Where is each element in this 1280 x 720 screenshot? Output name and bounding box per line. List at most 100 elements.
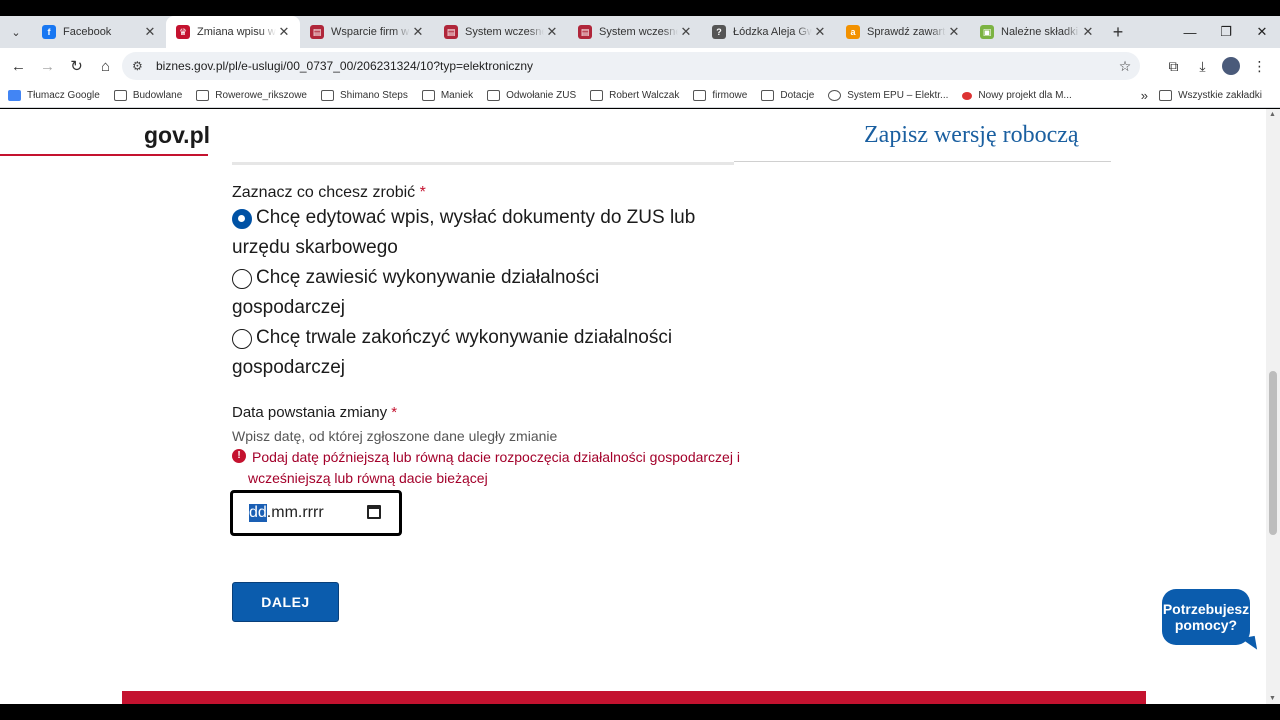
- tab-close-icon[interactable]: ✕: [410, 24, 426, 40]
- folder-icon: [487, 90, 501, 101]
- scrollbar-thumb[interactable]: [1269, 371, 1277, 535]
- next-button[interactable]: DALEJ: [232, 582, 339, 622]
- bookmark-item[interactable]: System EPU – Elektr...: [828, 90, 948, 101]
- calendar-icon[interactable]: [367, 505, 381, 519]
- required-mark: *: [391, 404, 398, 421]
- browser-tab[interactable]: ▤ Wsparcie firm w ciągu✕: [300, 16, 434, 48]
- section-divider: [232, 162, 734, 165]
- folder-icon: [321, 90, 334, 101]
- minimize-icon[interactable]: —: [1172, 16, 1208, 48]
- folder-icon: [693, 90, 707, 101]
- help-line1: Potrzebujesz: [1162, 601, 1250, 617]
- forward-icon[interactable]: →: [33, 52, 62, 80]
- bookmark-item[interactable]: Odwołanie ZUS: [487, 90, 576, 101]
- bookmark-label: Maniek: [440, 90, 474, 101]
- bookmark-label: Shimano Steps: [340, 90, 408, 101]
- scroll-up-icon[interactable]: ▲: [1269, 111, 1276, 118]
- option-terminate[interactable]: Chcę trwale zakończyć wykonywanie działa…: [232, 327, 736, 383]
- restore-icon[interactable]: ❐: [1208, 16, 1244, 48]
- tab-favicon-icon: ▤: [310, 25, 324, 39]
- extensions-icon[interactable]: ⧉: [1159, 52, 1188, 80]
- date-field[interactable]: dd .mm.rrrr: [230, 490, 402, 536]
- tab-favicon-icon: ?: [712, 25, 726, 39]
- browser-tab[interactable]: a Sprawdź zawartość✕: [836, 16, 970, 48]
- date-rest-segment[interactable]: .mm.rrrr: [267, 504, 324, 522]
- bookmark-label: firmowe: [712, 90, 748, 101]
- scroll-down-icon[interactable]: ▼: [1269, 695, 1276, 702]
- new-tab-icon[interactable]: +: [1104, 22, 1132, 43]
- globe-icon: [828, 90, 842, 101]
- bookmark-item[interactable]: Tłumacz Google: [8, 90, 100, 101]
- folder-icon: [1159, 90, 1173, 101]
- radio-button[interactable]: [232, 269, 252, 289]
- option-label[interactable]: Chcę edytować wpis, wysłać dokumenty do …: [232, 203, 736, 263]
- address-bar[interactable]: ⚙ biznes.gov.pl/pl/e-uslugi/00_0737_00/2…: [122, 52, 1140, 80]
- back-icon[interactable]: ←: [4, 52, 33, 80]
- browser-tab[interactable]: ? Łódzka Aleja Gwiazd✕: [702, 16, 836, 48]
- option-label[interactable]: Chcę zawiesić wykonywanie działalności g…: [232, 263, 736, 323]
- bookmark-item[interactable]: Rowerowe_rikszowe: [196, 90, 307, 101]
- bookmark-label: Nowy projekt dla M...: [978, 90, 1072, 101]
- tab-title: Wsparcie firm w ciągu: [331, 26, 410, 38]
- page-scrollbar[interactable]: ▲ ▼: [1266, 109, 1280, 704]
- date-error-message: Podaj datę późniejszą lub równą dacie ro…: [248, 447, 762, 489]
- reload-icon[interactable]: ↻: [62, 52, 91, 80]
- radio-button[interactable]: [232, 209, 252, 229]
- tab-close-icon[interactable]: ✕: [276, 24, 292, 40]
- tab-close-icon[interactable]: ✕: [678, 24, 694, 40]
- tab-close-icon[interactable]: ✕: [1080, 24, 1096, 40]
- download-icon[interactable]: ⤓: [1188, 52, 1217, 80]
- tab-title: Sprawdź zawartość: [867, 26, 946, 38]
- tab-title: Facebook: [63, 26, 112, 38]
- menu-icon[interactable]: ⋮: [1245, 52, 1274, 80]
- browser-tab[interactable]: ▣ Należne składki i wpłaty✕: [970, 16, 1104, 48]
- browser-toolbar: ← → ↻ ⌂ ⚙ biznes.gov.pl/pl/e-uslugi/00_0…: [0, 48, 1280, 84]
- bookmark-item[interactable]: Budowlane: [113, 90, 183, 101]
- all-bookmarks[interactable]: Wszystkie zakładki: [1159, 90, 1262, 101]
- save-draft-link[interactable]: Zapisz wersję roboczą: [864, 122, 1079, 149]
- help-chat-bubble[interactable]: Potrzebujesz pomocy?: [1162, 589, 1250, 645]
- bookmark-item[interactable]: firmowe: [693, 90, 747, 101]
- bookmark-item[interactable]: Robert Walczak: [590, 90, 679, 101]
- browser-tab[interactable]: f Facebook ✕: [32, 16, 166, 48]
- tab-close-icon[interactable]: ✕: [812, 24, 828, 40]
- more-bookmarks-icon[interactable]: »: [1141, 88, 1148, 103]
- window-controls: — ❐ ✕: [1172, 16, 1280, 48]
- bookmark-item[interactable]: Shimano Steps: [321, 90, 408, 101]
- tab-bar: ⌄ fFacebook✕♛Zmiana wpisu w CEIDG✕▤Wspar…: [0, 16, 1280, 48]
- bookmark-item[interactable]: Nowy projekt dla M...: [962, 90, 1072, 101]
- google-translate-icon: [8, 90, 21, 101]
- profile-avatar[interactable]: [1222, 57, 1240, 75]
- browser-tab[interactable]: ♛ Zmiana wpisu w CEIDG✕: [166, 16, 300, 48]
- tab-title: Należne składki i wpłaty: [1001, 26, 1080, 38]
- folder-icon: [421, 90, 435, 101]
- tab-close-icon[interactable]: ✕: [946, 24, 962, 40]
- browser-tab[interactable]: ▤ System wczesnego ostrzegania✕: [434, 16, 568, 48]
- date-day-segment[interactable]: dd: [249, 504, 267, 522]
- tab-close-icon[interactable]: ✕: [142, 24, 158, 40]
- bookmark-label: Budowlane: [132, 90, 183, 101]
- red-bookmark-icon: [962, 91, 973, 100]
- bookmark-label: Rowerowe_rikszowe: [215, 90, 307, 101]
- tab-close-icon[interactable]: ✕: [544, 24, 560, 40]
- folder-icon: [590, 90, 604, 101]
- option-suspend[interactable]: Chcę zawiesić wykonywanie działalności g…: [232, 267, 736, 323]
- option-label-line2: gospodarczej: [232, 297, 346, 318]
- gov-logo[interactable]: gov.pl: [144, 122, 210, 149]
- bookmark-star-icon[interactable]: ☆: [1110, 58, 1140, 75]
- bookmark-label: Tłumacz Google: [27, 90, 100, 101]
- bookmark-item[interactable]: Dotacje: [761, 90, 814, 101]
- bookmark-item[interactable]: Maniek: [421, 90, 474, 101]
- tab-favicon-icon: f: [42, 25, 56, 39]
- browser-tab[interactable]: ▤ System wczesnego ostrzegania✕: [568, 16, 702, 48]
- bookmark-label: Dotacje: [780, 90, 815, 101]
- help-line2: pomocy?: [1174, 617, 1238, 633]
- url-text[interactable]: biznes.gov.pl/pl/e-uslugi/00_0737_00/206…: [156, 59, 1110, 73]
- option-edit-entry[interactable]: Chcę edytować wpis, wysłać dokumenty do …: [232, 207, 736, 263]
- close-window-icon[interactable]: ✕: [1244, 16, 1280, 48]
- tab-search-icon[interactable]: ⌄: [0, 16, 32, 48]
- site-info-icon[interactable]: ⚙: [132, 59, 150, 73]
- radio-button[interactable]: [232, 329, 252, 349]
- option-label[interactable]: Chcę trwale zakończyć wykonywanie działa…: [232, 323, 736, 383]
- home-icon[interactable]: ⌂: [91, 52, 120, 80]
